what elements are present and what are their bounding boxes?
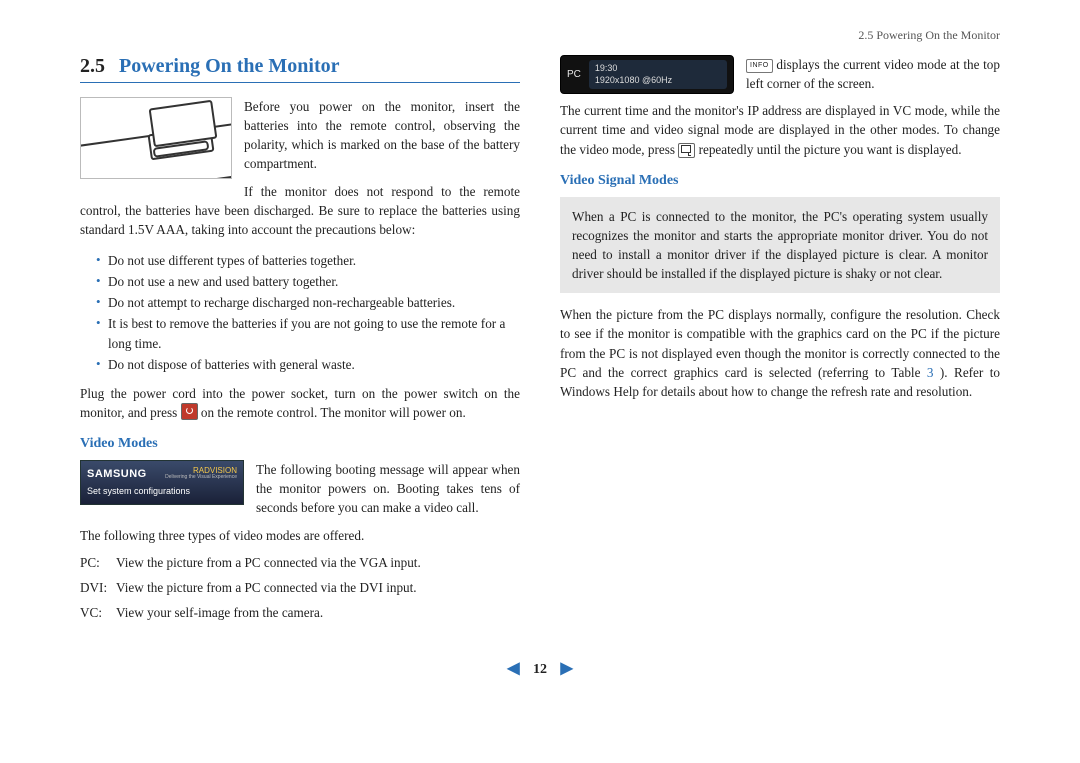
osd-time: 19:30: [595, 63, 721, 75]
mode-row-pc: PC: View the picture from a PC connected…: [80, 553, 520, 572]
mode-label: PC:: [80, 553, 116, 572]
next-page-arrow[interactable]: ▶: [551, 660, 583, 677]
source-button-icon: [678, 143, 695, 158]
list-item: It is best to remove the batteries if yo…: [96, 314, 520, 352]
driver-note-box: When a PC is connected to the monitor, t…: [560, 197, 1000, 294]
mode-label: DVI:: [80, 578, 116, 597]
osd-resolution: 1920x1080 @60Hz: [595, 75, 721, 87]
section-heading-text: Powering On the Monitor: [119, 55, 340, 77]
mode-desc: View your self-image from the camera.: [116, 603, 323, 622]
video-modes-heading: Video Modes: [80, 436, 520, 452]
mode-row-vc: VC: View your self-image from the camera…: [80, 603, 520, 622]
intro-paragraph-2: If the monitor does not respond to the r…: [80, 182, 520, 239]
running-header: 2.5 Powering On the Monitor: [80, 28, 1000, 43]
page-number: 12: [533, 662, 547, 677]
list-item: Do not attempt to recharge discharged no…: [96, 293, 520, 312]
modes-intro: The following three types of video modes…: [80, 526, 520, 545]
radvision-logo: RADVISION Delivering the Visual Experien…: [165, 467, 237, 480]
list-item: Do not use different types of batteries …: [96, 251, 520, 270]
video-modes-list: PC: View the picture from a PC connected…: [80, 553, 520, 622]
mode-desc: View the picture from a PC connected via…: [116, 553, 421, 572]
plug-paragraph: Plug the power cord into the power socke…: [80, 384, 520, 422]
osd-mode: PC: [567, 69, 581, 80]
info-text-after: displays the current video mode at the t…: [746, 57, 1000, 91]
page-navigation: ◀ 12 ▶: [80, 658, 1000, 678]
current-text-after: repeatedly until the picture you want is…: [695, 142, 961, 157]
left-column: 2.5Powering On the Monitor Before you po…: [80, 55, 520, 628]
section-number: 2.5: [80, 55, 105, 77]
info-button-icon: INFO: [746, 59, 773, 73]
right-column: PC 19:30 1920x1080 @60Hz INFO displays t…: [560, 55, 1000, 628]
resolution-paragraph: When the picture from the PC displays no…: [560, 305, 1000, 401]
mode-label: VC:: [80, 603, 116, 622]
current-mode-paragraph: The current time and the monitor's IP ad…: [560, 101, 1000, 158]
section-title: 2.5 Powering On the Monitor: [80, 55, 520, 83]
video-signal-modes-heading: Video Signal Modes: [560, 173, 1000, 189]
samsung-logo: SAMSUNG: [87, 468, 147, 480]
boot-splash-illustration: SAMSUNG RADVISION Delivering the Visual …: [80, 460, 244, 505]
list-item: Do not dispose of batteries with general…: [96, 355, 520, 374]
power-button-icon: [181, 403, 198, 420]
plug-text-after: on the remote control. The monitor will …: [198, 405, 466, 420]
osd-info-illustration: PC 19:30 1920x1080 @60Hz: [560, 55, 734, 94]
mode-row-dvi: DVI: View the picture from a PC connecte…: [80, 578, 520, 597]
battery-precautions-list: Do not use different types of batteries …: [80, 251, 520, 374]
mode-desc: View the picture from a PC connected via…: [116, 578, 417, 597]
prev-page-arrow[interactable]: ◀: [497, 660, 529, 677]
boot-message: Set system configurations: [87, 486, 237, 496]
remote-battery-illustration: [80, 97, 232, 179]
list-item: Do not use a new and used battery togeth…: [96, 272, 520, 291]
